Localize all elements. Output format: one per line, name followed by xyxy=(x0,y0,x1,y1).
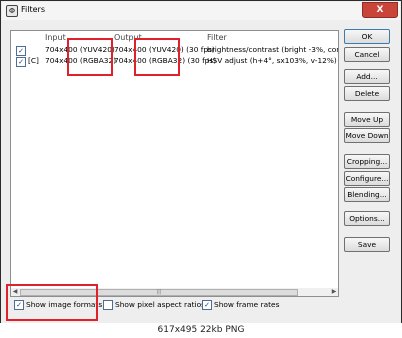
window-title: Filters xyxy=(21,5,45,14)
delete-button[interactable]: Delete xyxy=(344,86,390,101)
title-bar: Ф Filters X xyxy=(2,2,400,20)
configure-button[interactable]: Configure... xyxy=(344,171,390,186)
show-pixel-aspect-checkbox[interactable]: Show pixel aspect ratios xyxy=(103,299,205,310)
filters-dialog: Ф Filters X Input Output Filter ✓ 704x40… xyxy=(0,0,402,324)
ok-button[interactable]: OK xyxy=(344,29,390,44)
cancel-button[interactable]: Cancel xyxy=(344,47,390,62)
close-button[interactable]: X xyxy=(362,2,398,18)
row-tag: [C] xyxy=(28,56,39,65)
scroll-right-icon[interactable]: ▶ xyxy=(330,288,338,296)
row-filter: HSV adjust (h+4°, sx103%, v-12%) xyxy=(207,56,337,65)
cropping-button[interactable]: Cropping... xyxy=(344,154,390,169)
checkbox-checked-icon[interactable]: ✓ xyxy=(202,300,212,310)
options-button[interactable]: Options... xyxy=(344,211,390,226)
output-format-highlight xyxy=(134,38,180,76)
blending-button[interactable]: Blending... xyxy=(344,187,390,202)
move-down-button[interactable]: Move Down xyxy=(344,128,390,143)
column-header-input[interactable]: Input xyxy=(45,33,66,42)
add-button[interactable]: Add... xyxy=(344,69,390,84)
row-enable-checkbox[interactable]: ✓ xyxy=(16,57,26,67)
column-header-filter[interactable]: Filter xyxy=(207,33,227,42)
checkbox-unchecked-icon[interactable] xyxy=(103,300,113,310)
checkbox-label: Show pixel aspect ratios xyxy=(115,300,205,309)
image-formats-highlight xyxy=(6,284,98,321)
move-up-button[interactable]: Move Up xyxy=(344,112,390,127)
show-frame-rates-checkbox[interactable]: ✓ Show frame rates xyxy=(202,299,282,310)
row-enable-checkbox[interactable]: ✓ xyxy=(16,46,26,56)
input-format-highlight xyxy=(67,38,113,76)
save-button[interactable]: Save xyxy=(344,237,390,252)
checkbox-label: Show frame rates xyxy=(214,300,280,309)
image-caption: 617x495 22kb PNG xyxy=(0,323,402,338)
row-filter: brightness/contrast (bright -3%, cont 10 xyxy=(207,45,338,54)
filter-app-icon: Ф xyxy=(6,5,18,17)
